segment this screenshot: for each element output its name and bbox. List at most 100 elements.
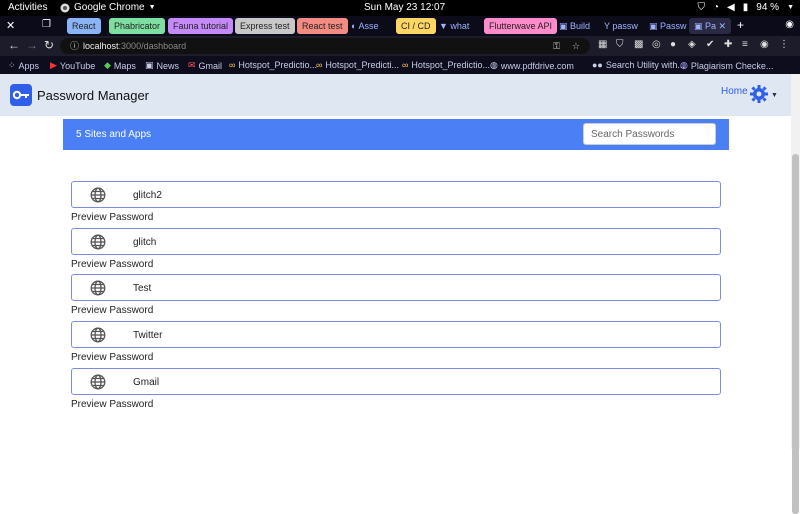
extension-icon[interactable]: ▦ <box>598 39 607 50</box>
gmail-icon: ✉ <box>188 60 196 70</box>
tab[interactable]: Fauna tutorial <box>168 18 234 34</box>
bookmark-apps[interactable]: ⁘ Apps <box>8 60 39 71</box>
globe-icon: ◍ <box>490 60 498 70</box>
volume-icon: ◀ <box>727 2 735 13</box>
globe-icon <box>90 280 106 301</box>
preview-password-link[interactable]: Preview Password <box>71 399 721 410</box>
chevron-down-icon: ▼ <box>787 4 794 11</box>
search-input[interactable] <box>583 123 716 145</box>
tab[interactable]: Y passw <box>599 18 643 34</box>
battery-percent: 94 % <box>756 2 780 13</box>
close-icon[interactable]: ✕ <box>6 19 15 32</box>
plagiarism-icon: ◍ <box>680 60 688 70</box>
globe-icon <box>90 187 106 208</box>
chrome-icon <box>60 3 70 12</box>
tab[interactable]: ▼ what <box>434 18 474 34</box>
playlist-icon[interactable]: ≡ <box>742 39 748 50</box>
tab[interactable]: CI / CD <box>396 18 436 34</box>
tab[interactable]: Express test <box>235 18 295 34</box>
tab[interactable]: ◐ Asse <box>346 18 383 34</box>
extension-icon[interactable]: ▩ <box>634 39 643 50</box>
address-bar: ← → ↻ ⓘ localhost:3000/dashboard ⚿ ☆ ▦ ⛉ … <box>0 36 800 56</box>
bookmark[interactable]: ◍ Plagiarism Checke... <box>680 60 773 71</box>
system-top-bar: Activities Google Chrome ▼ Sun May 23 12… <box>0 0 800 16</box>
forward-button[interactable]: → <box>26 38 38 52</box>
puzzle-icon[interactable]: ✚ <box>724 39 732 50</box>
tab[interactable]: React test <box>297 18 348 34</box>
tab-search-icon[interactable]: ◉ <box>785 19 794 30</box>
preview-password-link[interactable]: Preview Password <box>71 352 721 363</box>
page: Password Manager Home ▼ 5 Sites and Apps… <box>0 74 791 449</box>
reload-button[interactable]: ↻ <box>44 38 54 52</box>
site-name: Gmail <box>133 377 160 388</box>
window-icon[interactable]: ❐ <box>42 19 51 30</box>
wifi-icon: ◔ <box>713 2 720 13</box>
chevron-down-icon[interactable]: ▼ <box>771 92 778 99</box>
tab[interactable]: React <box>67 18 101 34</box>
bookmark[interactable]: ✉ Gmail <box>188 60 222 71</box>
list-item: glitch Preview Password <box>71 228 721 270</box>
scrollbar[interactable] <box>791 74 800 514</box>
tab-active[interactable]: ▣ Pa ✕ <box>689 18 732 34</box>
app-name: Google Chrome <box>74 2 145 13</box>
tab[interactable]: Phabricator <box>109 18 166 34</box>
extension-icon[interactable]: ◈ <box>688 39 696 50</box>
clock[interactable]: Sun May 23 12:07 <box>364 2 445 13</box>
list-item: Gmail Preview Password <box>71 368 721 410</box>
tab-strip: ✕ ❐ React Phabricator Fauna tutorial Exp… <box>0 16 800 36</box>
bookmark[interactable]: ◆ Maps <box>104 60 136 71</box>
key-logo-icon <box>10 84 32 106</box>
tab[interactable]: ▣ Build <box>554 18 595 34</box>
tab[interactable]: ▣ Passw <box>644 18 692 34</box>
back-button[interactable]: ← <box>8 38 20 52</box>
star-icon[interactable]: ☆ <box>572 38 580 54</box>
bookmark[interactable]: ∞ Hotspot_Predictio... <box>402 60 490 70</box>
battery-icon: ▮ <box>742 2 749 13</box>
site-entry[interactable]: Twitter <box>71 321 721 348</box>
activities-button[interactable]: Activities <box>8 2 47 13</box>
preview-password-link[interactable]: Preview Password <box>71 305 721 316</box>
preview-password-link[interactable]: Preview Password <box>71 259 721 270</box>
url-input[interactable]: ⓘ localhost:3000/dashboard ⚿ ☆ <box>60 38 590 54</box>
bookmark[interactable]: ∞ Hotspot_Predicti... <box>316 60 399 70</box>
colab-icon: ∞ <box>402 60 409 70</box>
list-item: Twitter Preview Password <box>71 321 721 363</box>
avatar[interactable]: ◉ <box>760 39 769 50</box>
app-navbar: Password Manager Home ▼ <box>0 74 791 116</box>
extension-icon[interactable]: ⛉ <box>616 39 624 50</box>
site-entry[interactable]: Gmail <box>71 368 721 395</box>
maps-icon: ◆ <box>104 60 111 70</box>
site-entry[interactable]: Test <box>71 274 721 301</box>
extension-icon[interactable]: ● <box>670 39 676 50</box>
bookmark[interactable]: ●● Search Utility with... <box>592 60 685 70</box>
site-entry[interactable]: glitch2 <box>71 181 721 208</box>
bookmark[interactable]: ▶ YouTube <box>50 60 95 71</box>
colab-icon: ∞ <box>229 60 236 70</box>
news-icon: ▣ <box>145 60 154 70</box>
app-title[interactable]: Password Manager <box>37 88 149 103</box>
extension-icon[interactable]: ✔ <box>706 39 714 50</box>
bookmarks-bar: ⁘ Apps ▶ YouTube ◆ Maps ▣ News ✉ Gmail ∞ Hotsp… <box>0 56 800 74</box>
bookmark[interactable]: ∞ Hotspot_Predictio... <box>229 60 317 70</box>
new-tab-button[interactable]: + <box>737 18 744 32</box>
bookmark[interactable]: ▣ News <box>145 60 179 71</box>
tab[interactable]: Flutterwave API <box>484 18 558 34</box>
home-link[interactable]: Home <box>721 86 748 97</box>
menu-icon[interactable]: ⋮ <box>779 39 789 50</box>
preview-password-link[interactable]: Preview Password <box>71 212 721 223</box>
colab-icon: ∞ <box>316 60 323 70</box>
info-icon[interactable]: ⓘ <box>70 41 79 51</box>
system-tray[interactable]: ⛉ ◔ ◀ ▮ 94 % ▼ <box>698 2 795 13</box>
gear-icon[interactable] <box>749 84 769 109</box>
sites-header-panel: 5 Sites and Apps <box>63 119 729 150</box>
site-entry[interactable]: glitch <box>71 228 721 255</box>
bookmark[interactable]: ◍ www.pdfdrive.com <box>490 60 574 71</box>
scrollbar-thumb[interactable] <box>792 154 799 514</box>
site-name: glitch2 <box>133 190 162 201</box>
app-menu[interactable]: Google Chrome ▼ <box>60 2 156 13</box>
key-icon[interactable]: ⚿ <box>553 38 560 54</box>
youtube-icon: ▶ <box>50 60 57 70</box>
globe-icon <box>90 234 106 255</box>
extension-icon[interactable]: ◎ <box>652 39 661 50</box>
globe-icon <box>90 374 106 395</box>
